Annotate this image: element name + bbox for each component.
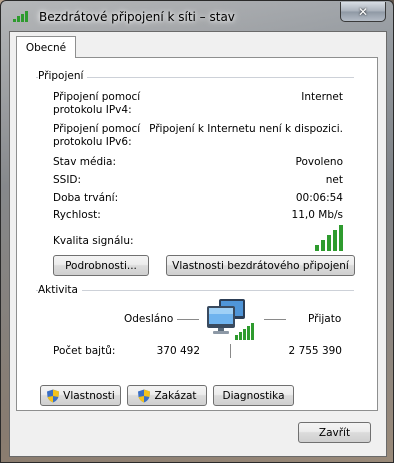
connection-group-label: Připojení: [38, 70, 88, 82]
bytes-label: Počet bajtů:: [53, 345, 116, 357]
received-line: [264, 319, 286, 320]
close-button-label: Zavřít: [318, 426, 351, 439]
details-button-label: Podrobnosti...: [65, 259, 137, 272]
duration-value: 00:06:54: [295, 192, 343, 204]
bytes-received-value: 2 755 390: [288, 345, 342, 357]
disable-button[interactable]: Zakázat: [127, 385, 207, 406]
disable-button-label: Zakázat: [154, 389, 197, 402]
duration-label: Doba trvání:: [53, 192, 119, 204]
ssid-value: net: [325, 174, 343, 186]
signal-bar: [315, 245, 319, 251]
received-label: Přijato: [308, 313, 342, 325]
ipv6-value: Připojení k Internetu není k dispozici.: [149, 123, 343, 135]
signal-bar: [339, 225, 343, 251]
tab-label: Obecné: [25, 41, 67, 54]
bytes-sent-value: 370 492: [156, 345, 200, 357]
signal-bar: [321, 240, 325, 251]
speed-label: Rychlost:: [53, 209, 101, 221]
uac-shield-icon: [138, 389, 151, 402]
signal-bar: [327, 235, 331, 251]
activity-group-label: Aktivita: [38, 284, 82, 296]
speed-value: 11,0 Mb/s: [291, 209, 343, 221]
signal-bar: [333, 230, 337, 251]
wireless-properties-button-label: Vlastnosti bezdrátového připojení: [172, 259, 349, 272]
media-state-label: Stav média:: [53, 156, 117, 168]
diagnose-button[interactable]: Diagnostika: [213, 385, 294, 406]
signal-strength-icon: [315, 225, 343, 251]
ssid-label: SSID:: [53, 174, 82, 186]
uac-shield-icon: [47, 389, 60, 402]
wireless-signal-icon: [13, 11, 28, 22]
sent-line: [177, 319, 199, 320]
wireless-properties-button[interactable]: Vlastnosti bezdrátového připojení: [166, 255, 355, 276]
tab-general[interactable]: Obecné: [16, 36, 76, 58]
media-state-value: Povoleno: [295, 156, 343, 168]
close-icon: ✕: [357, 4, 369, 19]
ipv4-label: Připojení pomocí protokolu IPv4:: [53, 91, 141, 116]
sent-label: Odesláno: [124, 313, 174, 325]
signal-quality-label: Kvalita signálu:: [53, 235, 134, 247]
details-button[interactable]: Podrobnosti...: [53, 255, 149, 276]
ipv4-value: Internet: [301, 91, 343, 103]
window-title: Bezdrátové připojení k síti – stav: [39, 10, 235, 24]
window-close-button[interactable]: ✕: [340, 2, 386, 22]
diagnose-button-label: Diagnostika: [222, 389, 285, 402]
properties-button[interactable]: Vlastnosti: [40, 385, 121, 406]
close-button[interactable]: Zavřít: [298, 422, 371, 443]
title-bar[interactable]: Bezdrátové připojení k síti – stav ✕: [1, 1, 393, 31]
activity-divider: [230, 344, 231, 358]
ipv6-label: Připojení pomocí protokolu IPv6:: [53, 123, 141, 148]
activity-group-line: [36, 290, 354, 291]
network-computers-icon: [207, 299, 254, 340]
properties-button-label: Vlastnosti: [63, 389, 115, 402]
